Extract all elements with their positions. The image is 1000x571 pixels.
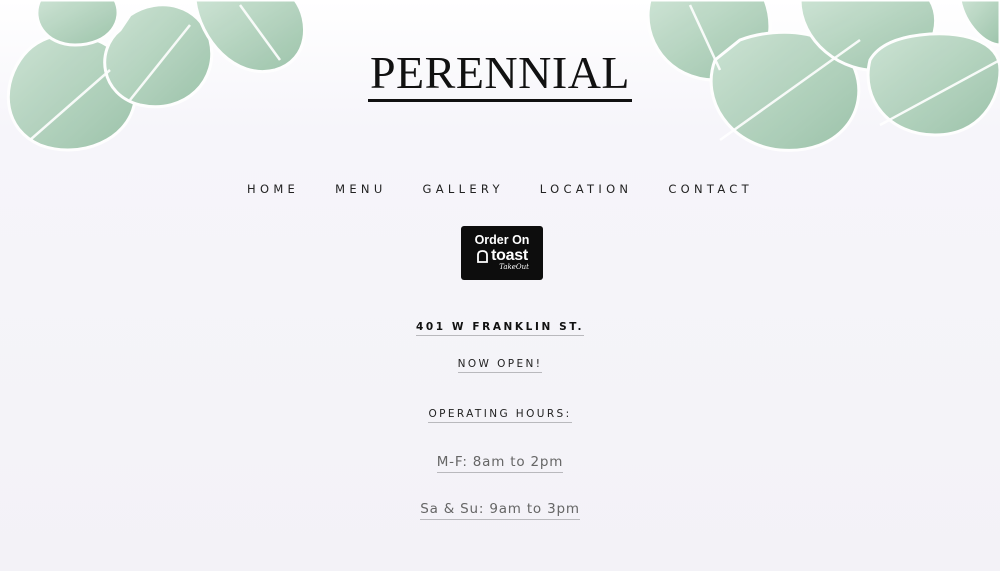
takeout-label: TakeOut (499, 263, 529, 271)
site-title[interactable]: PERENNIAL (367, 50, 633, 102)
hours-heading-row: OPERATING HOURS: (0, 404, 1000, 423)
nav-menu[interactable]: MENU (335, 182, 386, 196)
nav-gallery[interactable]: GALLERY (423, 182, 504, 196)
now-open-text[interactable]: NOW OPEN! (457, 358, 543, 373)
order-on-label: Order On (474, 233, 530, 247)
weekday-hours-row: M-F: 8am to 2pm (0, 453, 1000, 473)
nav-contact[interactable]: CONTACT (668, 182, 753, 196)
main-nav: HOME MENU GALLERY LOCATION CONTACT (0, 182, 1000, 196)
order-on-toast-button[interactable]: Order On toast TakeOut (461, 226, 543, 280)
weekend-hours: Sa & Su: 9am to 3pm (420, 501, 580, 520)
status-row: NOW OPEN! (0, 354, 1000, 373)
toast-brand-row: toast (461, 248, 543, 264)
nav-home[interactable]: HOME (247, 182, 299, 196)
nav-location[interactable]: LOCATION (540, 182, 633, 196)
toast-brand-text: toast (491, 247, 528, 264)
address-row: 401 W FRANKLIN ST. (0, 317, 1000, 336)
weekday-hours: M-F: 8am to 2pm (436, 454, 564, 473)
operating-hours-heading: OPERATING HOURS: (428, 408, 572, 423)
weekend-hours-row: Sa & Su: 9am to 3pm (0, 500, 1000, 520)
address-link[interactable]: 401 W FRANKLIN ST. (415, 321, 585, 336)
toast-logo-icon (477, 249, 489, 263)
site-logo[interactable]: PERENNIAL (0, 50, 1000, 102)
